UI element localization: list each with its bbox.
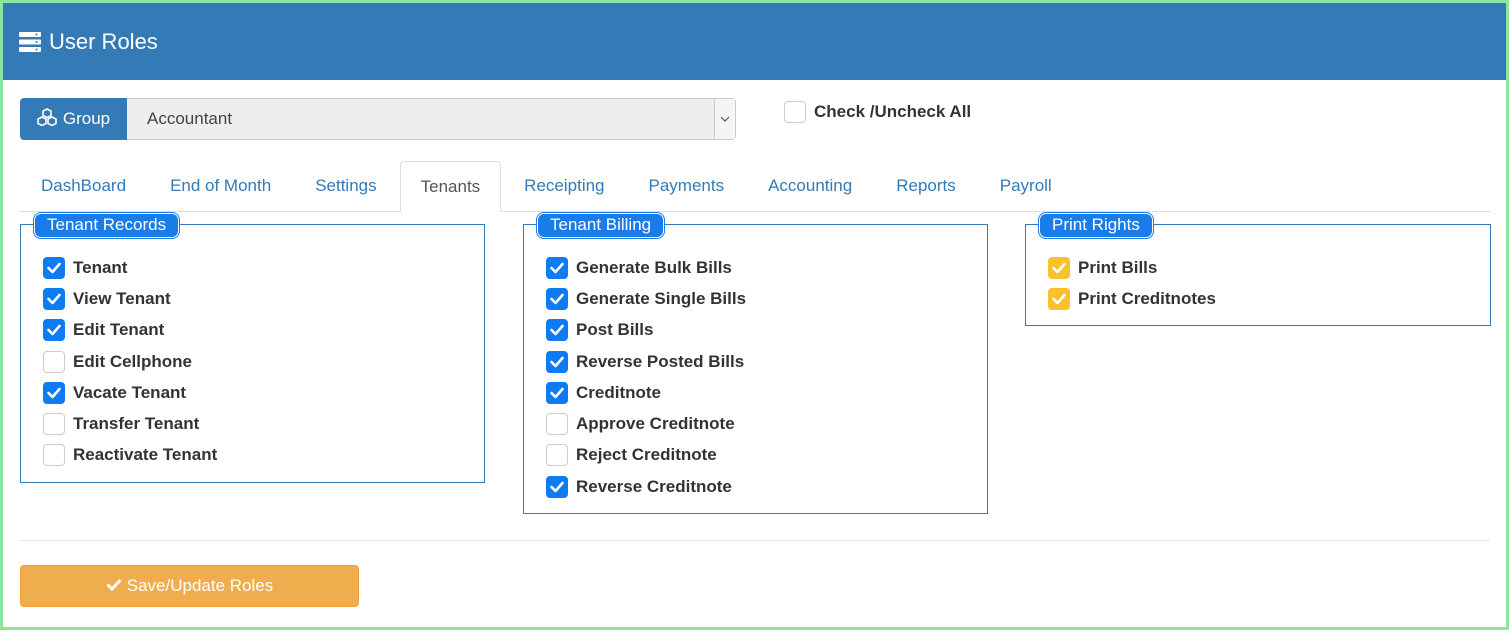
permission-item[interactable]: Vacate Tenant <box>43 377 217 408</box>
cubes-icon <box>37 107 63 131</box>
tab-payments[interactable]: Payments <box>628 161 746 211</box>
tab-receipting[interactable]: Receipting <box>503 161 625 211</box>
check-icon <box>106 576 127 596</box>
permission-label: Generate Single Bills <box>576 288 747 308</box>
permission-checkbox[interactable] <box>1048 256 1070 279</box>
permission-label: Reactivate Tenant <box>73 445 218 465</box>
permission-label: Reverse Creditnote <box>576 476 732 496</box>
permission-checkbox[interactable] <box>43 350 65 373</box>
group-select[interactable]: Accountant <box>127 98 736 140</box>
permission-checkbox[interactable] <box>546 413 568 436</box>
permission-item[interactable]: Creditnote <box>546 377 746 408</box>
save-update-roles-button[interactable]: Save/Update Roles <box>20 565 359 607</box>
group-selector: Group Accountant <box>20 98 736 140</box>
permission-checkbox[interactable] <box>43 256 65 279</box>
group-addon: Group <box>20 98 127 140</box>
divider <box>20 540 1490 541</box>
permission-checkbox[interactable] <box>43 319 65 342</box>
tab-payroll[interactable]: Payroll <box>979 161 1073 211</box>
permission-label: Generate Bulk Bills <box>576 257 732 277</box>
permission-item[interactable]: View Tenant <box>43 283 217 314</box>
tab-reports[interactable]: Reports <box>875 161 977 211</box>
permission-checkbox[interactable] <box>546 319 568 342</box>
permission-item[interactable]: Generate Single Bills <box>546 283 746 314</box>
check-all[interactable]: Check /Uncheck All <box>784 101 971 123</box>
permission-checkbox[interactable] <box>546 350 568 373</box>
tab-bar: DashBoard End of Month Settings Tenants Rece… <box>20 161 1490 212</box>
permission-label: Post Bills <box>576 320 654 340</box>
permission-checkbox[interactable] <box>43 287 65 310</box>
permission-item[interactable]: Reverse Creditnote <box>546 471 746 502</box>
permission-label: Edit Cellphone <box>73 351 192 371</box>
permission-checkbox[interactable] <box>546 444 568 467</box>
permission-label: Creditnote <box>576 382 661 402</box>
permission-checkbox[interactable] <box>43 413 65 436</box>
permission-label: Vacate Tenant <box>73 382 187 402</box>
permission-item[interactable]: Approve Creditnote <box>546 408 746 439</box>
tab-end-of-month[interactable]: End of Month <box>149 161 292 211</box>
page-title: User Roles <box>49 28 158 54</box>
permission-item[interactable]: Print Bills <box>1048 252 1216 283</box>
panel-title: Tenant Billing <box>537 213 665 238</box>
tab-dashboard[interactable]: DashBoard <box>20 161 147 211</box>
permission-checkbox[interactable] <box>43 381 65 404</box>
permission-label: Approve Creditnote <box>576 414 735 434</box>
tab-settings[interactable]: Settings <box>294 161 397 211</box>
panel-tenant-records: Tenant Records Tenant View Tenant Edit Ten… <box>20 213 485 483</box>
tab-accounting[interactable]: Accounting <box>747 161 873 211</box>
group-label: Group <box>62 109 111 128</box>
permission-label: View Tenant <box>73 288 171 308</box>
permission-checkbox[interactable] <box>546 256 568 279</box>
check-all-checkbox[interactable] <box>784 101 806 123</box>
save-button-label: Save/Update Roles <box>126 576 274 595</box>
permission-checkbox[interactable] <box>43 444 65 467</box>
permission-item[interactable]: Edit Tenant <box>43 315 217 346</box>
tab-tenants[interactable]: Tenants <box>399 161 502 212</box>
permission-label: Reject Creditnote <box>576 445 717 465</box>
permission-list: Tenant View Tenant Edit Tenant Edit Cellpho… <box>43 252 217 471</box>
panel-tenant-billing: Tenant Billing Generate Bulk Bills Genera… <box>523 213 988 514</box>
permission-checkbox[interactable] <box>546 381 568 404</box>
permission-item[interactable]: Generate Bulk Bills <box>546 252 746 283</box>
group-selected-value: Accountant <box>147 109 233 128</box>
permission-label: Edit Tenant <box>73 320 165 340</box>
panel-title: Print Rights <box>1039 213 1153 238</box>
check-all-label: Check /Uncheck All <box>814 102 972 121</box>
permission-item[interactable]: Reverse Posted Bills <box>546 346 746 377</box>
permission-item[interactable]: Reactivate Tenant <box>43 440 217 471</box>
permission-label: Tenant <box>73 257 128 277</box>
permission-label: Print Creditnotes <box>1078 288 1216 308</box>
permission-checkbox[interactable] <box>546 475 568 498</box>
permission-checkbox[interactable] <box>546 287 568 310</box>
permission-item[interactable]: Transfer Tenant <box>43 408 217 439</box>
app-frame: User Roles Group Accountant Check /Unche… <box>0 0 1509 630</box>
permission-checkbox[interactable] <box>1048 287 1070 310</box>
permission-label: Reverse Posted Bills <box>576 351 745 371</box>
permission-label: Transfer Tenant <box>73 414 200 434</box>
permission-list: Print Bills Print Creditnotes <box>1048 252 1216 315</box>
permission-item[interactable]: Post Bills <box>546 315 746 346</box>
panel-print-rights: Print Rights Print Bills Print Creditnote… <box>1025 213 1491 326</box>
server-icon <box>19 31 41 53</box>
page-header: User Roles <box>3 3 1506 80</box>
permission-item[interactable]: Edit Cellphone <box>43 346 217 377</box>
permission-list: Generate Bulk Bills Generate Single Bills… <box>546 252 746 502</box>
permission-item[interactable]: Reject Creditnote <box>546 440 746 471</box>
panel-title: Tenant Records <box>34 213 180 238</box>
permission-label: Print Bills <box>1078 257 1158 277</box>
chevron-down-icon <box>714 99 735 139</box>
permission-item[interactable]: Print Creditnotes <box>1048 283 1216 314</box>
permission-item[interactable]: Tenant <box>43 252 217 283</box>
